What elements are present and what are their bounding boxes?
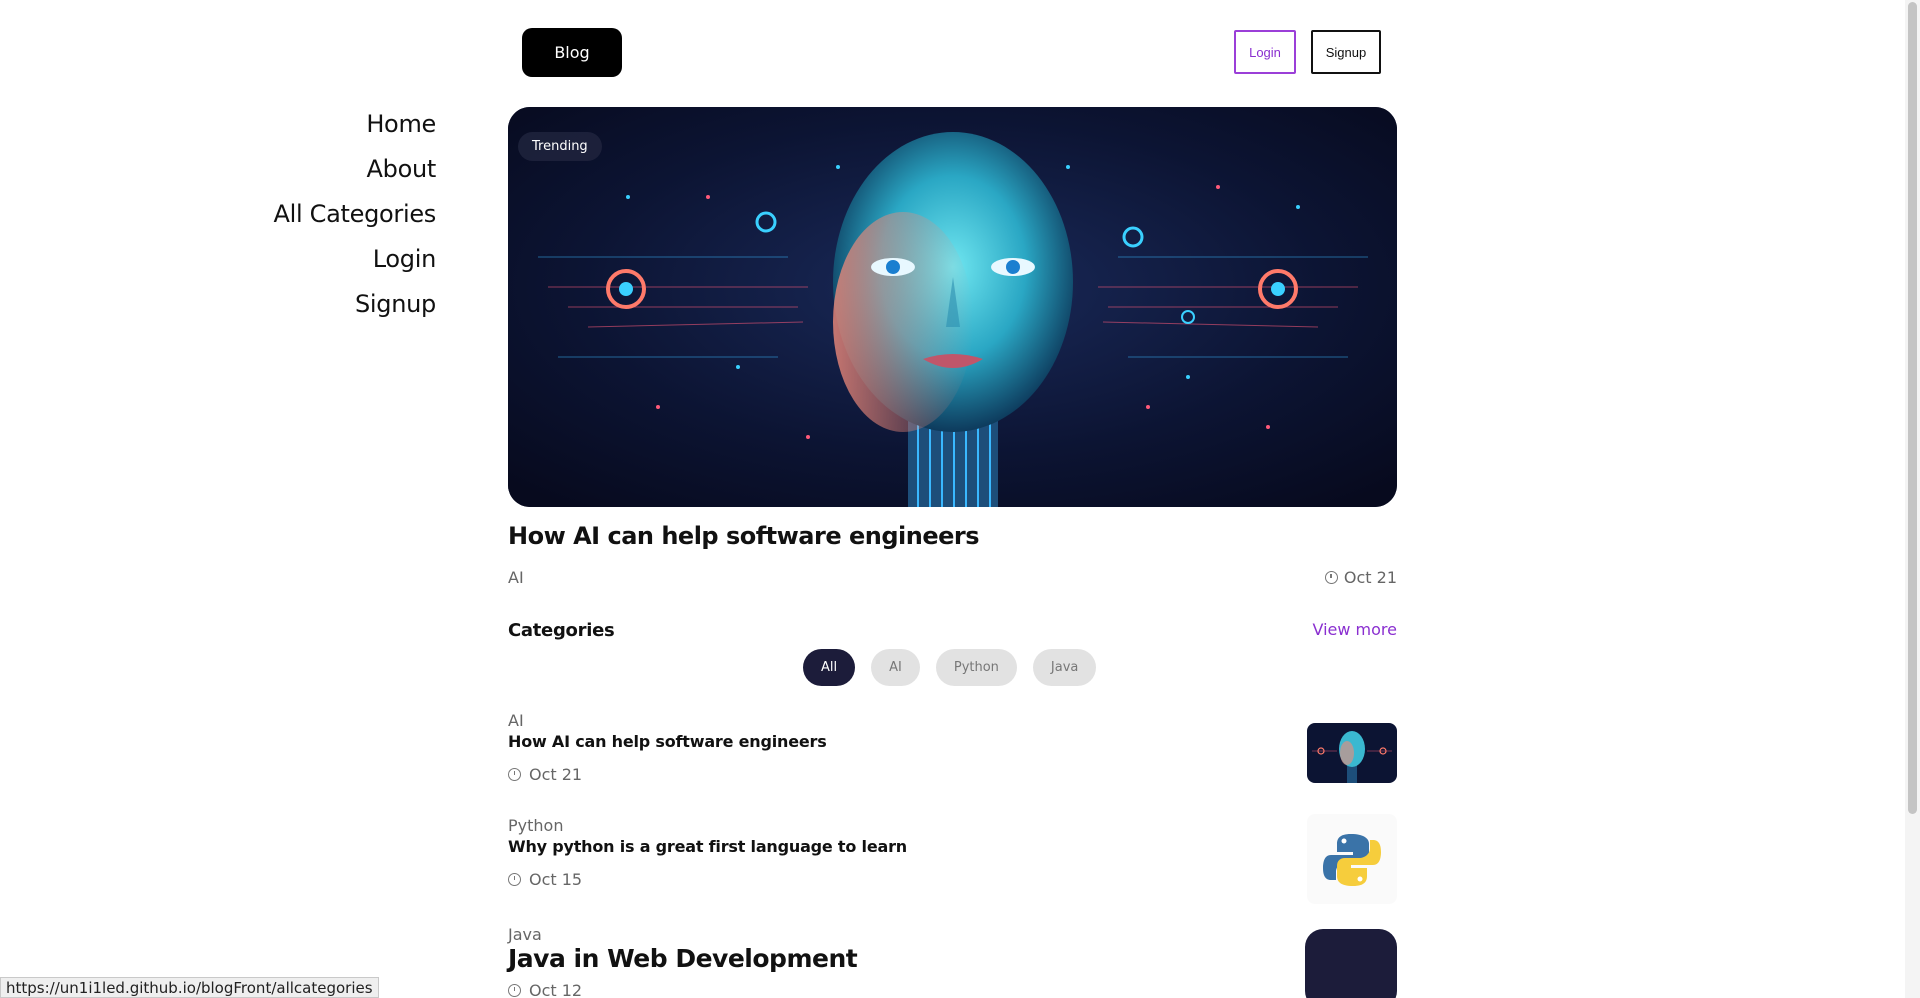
ai-face-illustration: [508, 107, 1397, 507]
java-thumbnail[interactable]: [1305, 929, 1397, 998]
sidebar-nav: Home About All Categories Login Signup: [273, 108, 436, 321]
sidebar-item-login[interactable]: Login: [373, 243, 437, 276]
categories-heading: Categories: [508, 620, 615, 641]
list-item[interactable]: Java Java in Web Development Oct 12: [508, 925, 1397, 998]
blog-home-button[interactable]: Blog: [522, 28, 622, 77]
post-title[interactable]: Java in Web Development: [508, 944, 1397, 973]
page-scrollbar[interactable]: [1905, 0, 1920, 998]
view-more-link[interactable]: View more: [1313, 620, 1398, 639]
clock-icon: [508, 984, 521, 997]
hero-category: AI: [508, 568, 524, 587]
post-date: Oct 21: [508, 765, 1397, 784]
post-date: Oct 12: [508, 981, 1397, 998]
python-logo-icon: [1323, 834, 1381, 886]
sidebar-item-signup[interactable]: Signup: [355, 288, 436, 321]
hero-title[interactable]: How AI can help software engineers: [508, 522, 980, 550]
chip-all[interactable]: All: [803, 649, 856, 686]
post-date: Oct 15: [508, 870, 1397, 889]
category-chips: All AI Python Java: [803, 649, 1097, 686]
post-category: Java: [508, 925, 542, 944]
chip-python[interactable]: Python: [935, 649, 1017, 686]
post-date-text: Oct 15: [529, 870, 583, 889]
clock-icon: [1324, 571, 1338, 584]
list-item[interactable]: AI How AI can help software engineers Oc…: [508, 711, 1397, 784]
chip-ai[interactable]: AI: [871, 649, 920, 686]
post-category: Python: [508, 816, 564, 835]
clock-icon: [508, 873, 521, 886]
ai-face-thumbnail[interactable]: [1307, 723, 1397, 783]
trending-badge: Trending: [518, 132, 602, 161]
hero-image[interactable]: Trending: [508, 107, 1397, 507]
python-logo-thumbnail[interactable]: [1307, 814, 1397, 904]
sidebar-item-all-categories[interactable]: All Categories: [273, 198, 436, 231]
chip-java[interactable]: Java: [1032, 649, 1097, 686]
post-date-text: Oct 21: [529, 765, 583, 784]
post-category: AI: [508, 711, 524, 730]
scrollbar-thumb[interactable]: [1908, 2, 1917, 814]
clock-icon: [508, 768, 521, 781]
sidebar-item-about[interactable]: About: [367, 153, 437, 186]
signup-button[interactable]: Signup: [1311, 30, 1381, 74]
login-button[interactable]: Login: [1234, 30, 1296, 74]
hero-date-text: Oct 21: [1343, 568, 1397, 587]
hero-date: Oct 21: [1324, 568, 1397, 587]
list-item[interactable]: Python Why python is a great first langu…: [508, 814, 1397, 904]
post-title[interactable]: Why python is a great first language to …: [508, 837, 1397, 856]
post-title[interactable]: How AI can help software engineers: [508, 732, 1397, 751]
status-bar-url: https://un1i1led.github.io/blogFront/all…: [0, 977, 379, 998]
sidebar-item-home[interactable]: Home: [366, 108, 436, 141]
post-date-text: Oct 12: [529, 981, 583, 998]
